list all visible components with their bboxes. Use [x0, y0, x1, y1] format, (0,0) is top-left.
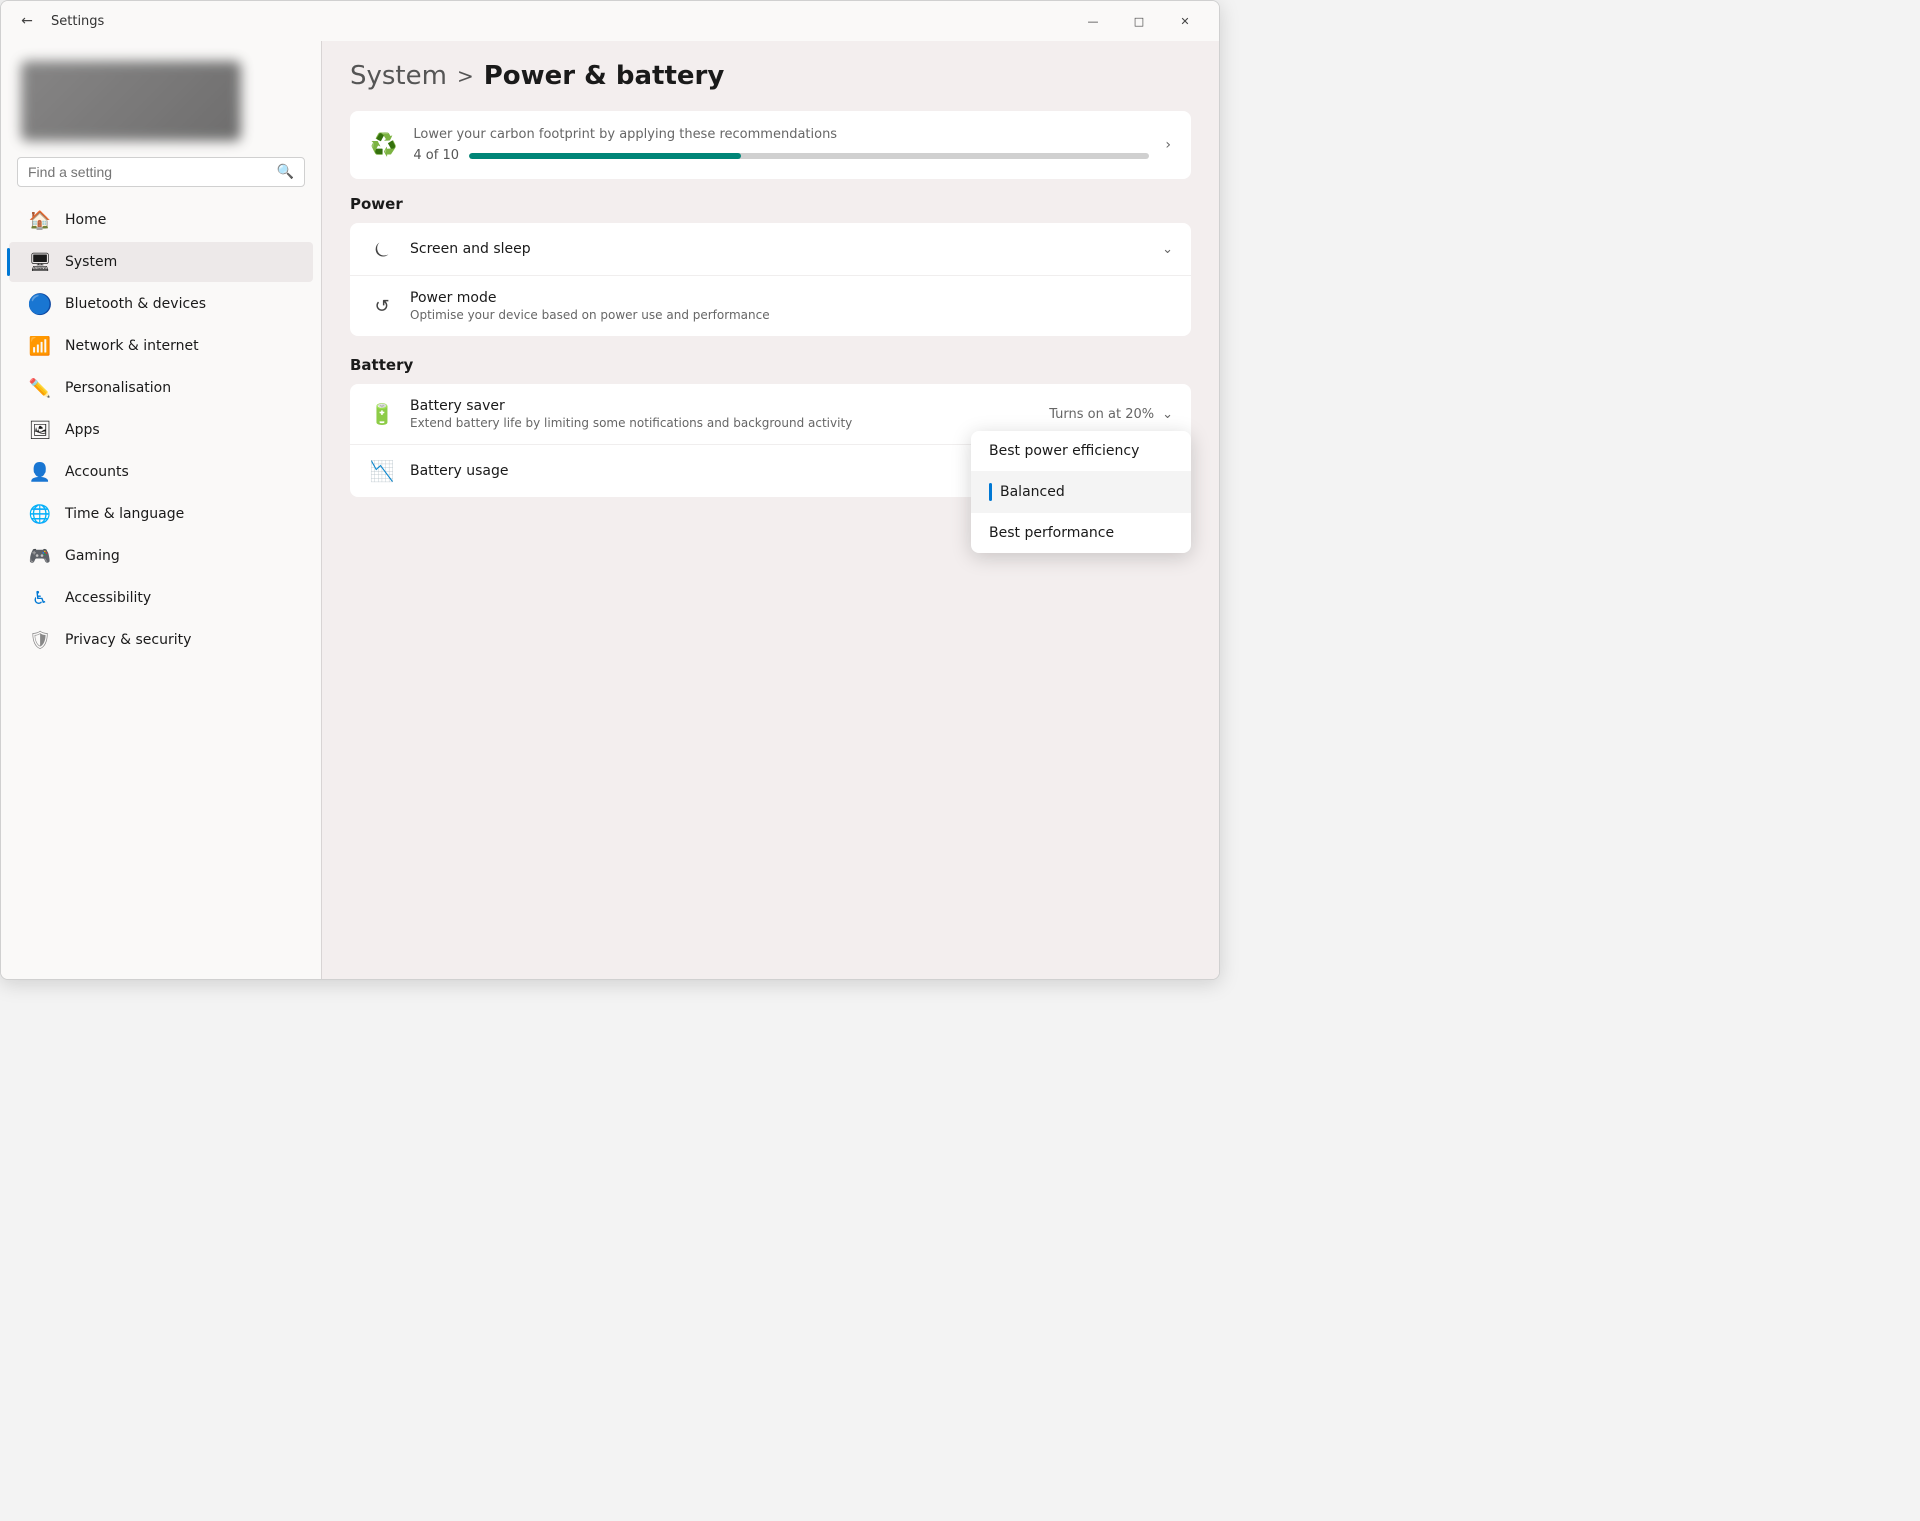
dropdown-item-efficiency[interactable]: Best power efficiency	[971, 431, 1191, 471]
page-header: System > Power & battery	[350, 61, 1191, 91]
dropdown-item-balanced[interactable]: Balanced	[971, 471, 1191, 513]
carbon-chevron-icon: ›	[1165, 137, 1171, 153]
carbon-progress-label: 4 of 10	[413, 148, 459, 163]
accounts-icon: 👤	[29, 461, 51, 483]
titlebar-controls: — □ ✕	[1071, 5, 1207, 37]
battery-saver-right: Turns on at 20% ⌄	[1049, 407, 1173, 422]
sidebar-item-accounts[interactable]: 👤 Accounts	[9, 452, 313, 492]
network-icon: 📶	[29, 335, 51, 357]
search-box[interactable]: 🔍	[17, 157, 305, 187]
battery-saver-icon: 🔋	[368, 402, 396, 426]
minimize-button[interactable]: —	[1071, 5, 1115, 37]
sidebar-item-label: Time & language	[65, 506, 184, 522]
sidebar-item-personalisation[interactable]: ✏️ Personalisation	[9, 368, 313, 408]
power-mode-name: Power mode	[410, 290, 1173, 306]
sidebar-item-apps[interactable]: 🖼 Apps	[9, 410, 313, 450]
power-mode-info: Power mode Optimise your device based on…	[410, 290, 1173, 322]
sidebar-item-label: Accounts	[65, 464, 129, 480]
battery-saver-name: Battery saver	[410, 398, 1035, 414]
sidebar-item-system[interactable]: 🖥 System	[9, 242, 313, 282]
selected-indicator	[989, 483, 992, 501]
battery-saver-chevron: ⌄	[1162, 407, 1173, 422]
page-title: Power & battery	[484, 61, 725, 91]
back-button[interactable]: ←	[13, 7, 41, 35]
apps-icon: 🖼	[29, 419, 51, 441]
carbon-icon: ♻️	[370, 133, 397, 158]
search-input[interactable]	[28, 164, 269, 180]
power-section-title: Power	[350, 195, 1191, 213]
sidebar-item-label: Privacy & security	[65, 632, 191, 648]
sidebar-item-label: Network & internet	[65, 338, 199, 354]
sidebar-item-privacy[interactable]: 🛡 Privacy & security	[9, 620, 313, 660]
dropdown-item-performance[interactable]: Best performance	[971, 513, 1191, 553]
bluetooth-icon: 🔵	[29, 293, 51, 315]
screen-sleep-info: Screen and sleep	[410, 241, 1148, 257]
titlebar: ← Settings — □ ✕	[1, 1, 1219, 41]
avatar	[21, 61, 241, 141]
sidebar-item-time[interactable]: 🌐 Time & language	[9, 494, 313, 534]
home-icon: 🏠	[29, 209, 51, 231]
sidebar-item-label: Personalisation	[65, 380, 171, 396]
breadcrumb-chevron: >	[457, 64, 474, 88]
screen-sleep-right: ⌄	[1162, 242, 1173, 257]
maximize-button[interactable]: □	[1117, 5, 1161, 37]
screen-sleep-icon: ⏾	[368, 237, 396, 261]
system-icon: 🖥	[29, 251, 51, 273]
sidebar-item-label: Gaming	[65, 548, 120, 564]
sidebar-item-bluetooth[interactable]: 🔵 Bluetooth & devices	[9, 284, 313, 324]
sidebar-item-label: Apps	[65, 422, 100, 438]
power-mode-desc: Optimise your device based on power use …	[410, 308, 1173, 322]
privacy-icon: 🛡	[29, 629, 51, 651]
battery-section-title: Battery	[350, 356, 1191, 374]
power-mode-dropdown: Best power efficiency Balanced Best perf…	[971, 431, 1191, 553]
battery-saver-status: Turns on at 20%	[1049, 407, 1154, 422]
progress-bar-fill	[469, 153, 741, 159]
breadcrumb-system: System	[350, 61, 447, 91]
personalisation-icon: ✏️	[29, 377, 51, 399]
gaming-icon: 🎮	[29, 545, 51, 567]
power-mode-icon: ↺	[368, 296, 396, 317]
dropdown-performance-label: Best performance	[989, 525, 1114, 541]
sidebar-item-label: Home	[65, 212, 106, 228]
content-area: System > Power & battery ♻️ Lower your c…	[322, 41, 1219, 979]
dropdown-efficiency-label: Best power efficiency	[989, 443, 1139, 459]
sidebar: 🔍 🏠 Home 🖥 System 🔵 Bluetooth & devices …	[1, 41, 321, 979]
sidebar-item-accessibility[interactable]: ♿ Accessibility	[9, 578, 313, 618]
carbon-text: Lower your carbon footprint by applying …	[413, 127, 1149, 163]
sidebar-item-gaming[interactable]: 🎮 Gaming	[9, 536, 313, 576]
battery-saver-desc: Extend battery life by limiting some not…	[410, 416, 1035, 430]
search-icon: 🔍	[277, 164, 294, 180]
battery-saver-info: Battery saver Extend battery life by lim…	[410, 398, 1035, 430]
screen-sleep-chevron: ⌄	[1162, 242, 1173, 257]
settings-window: ← Settings — □ ✕ 🔍 🏠 Home 🖥	[0, 0, 1220, 980]
screen-sleep-name: Screen and sleep	[410, 241, 1148, 257]
titlebar-left: ← Settings	[13, 7, 1071, 35]
sidebar-item-home[interactable]: 🏠 Home	[9, 200, 313, 240]
sidebar-item-label: Bluetooth & devices	[65, 296, 206, 312]
titlebar-title: Settings	[51, 14, 104, 29]
sidebar-item-network[interactable]: 📶 Network & internet	[9, 326, 313, 366]
battery-usage-icon: 📉	[368, 459, 396, 483]
carbon-footprint-card[interactable]: ♻️ Lower your carbon footprint by applyi…	[350, 111, 1191, 179]
power-mode-row[interactable]: ↺ Power mode Optimise your device based …	[350, 276, 1191, 336]
time-icon: 🌐	[29, 503, 51, 525]
sidebar-item-label: System	[65, 254, 117, 270]
dropdown-balanced-label: Balanced	[1000, 484, 1065, 500]
carbon-description: Lower your carbon footprint by applying …	[413, 127, 1149, 142]
power-card: ⏾ Screen and sleep ⌄ ↺ Power mode Optimi…	[350, 223, 1191, 336]
sidebar-item-label: Accessibility	[65, 590, 151, 606]
main-layout: 🔍 🏠 Home 🖥 System 🔵 Bluetooth & devices …	[1, 41, 1219, 979]
accessibility-icon: ♿	[29, 587, 51, 609]
screen-sleep-row[interactable]: ⏾ Screen and sleep ⌄	[350, 223, 1191, 276]
progress-bar-background	[469, 153, 1149, 159]
carbon-progress: 4 of 10	[413, 148, 1149, 163]
close-button[interactable]: ✕	[1163, 5, 1207, 37]
